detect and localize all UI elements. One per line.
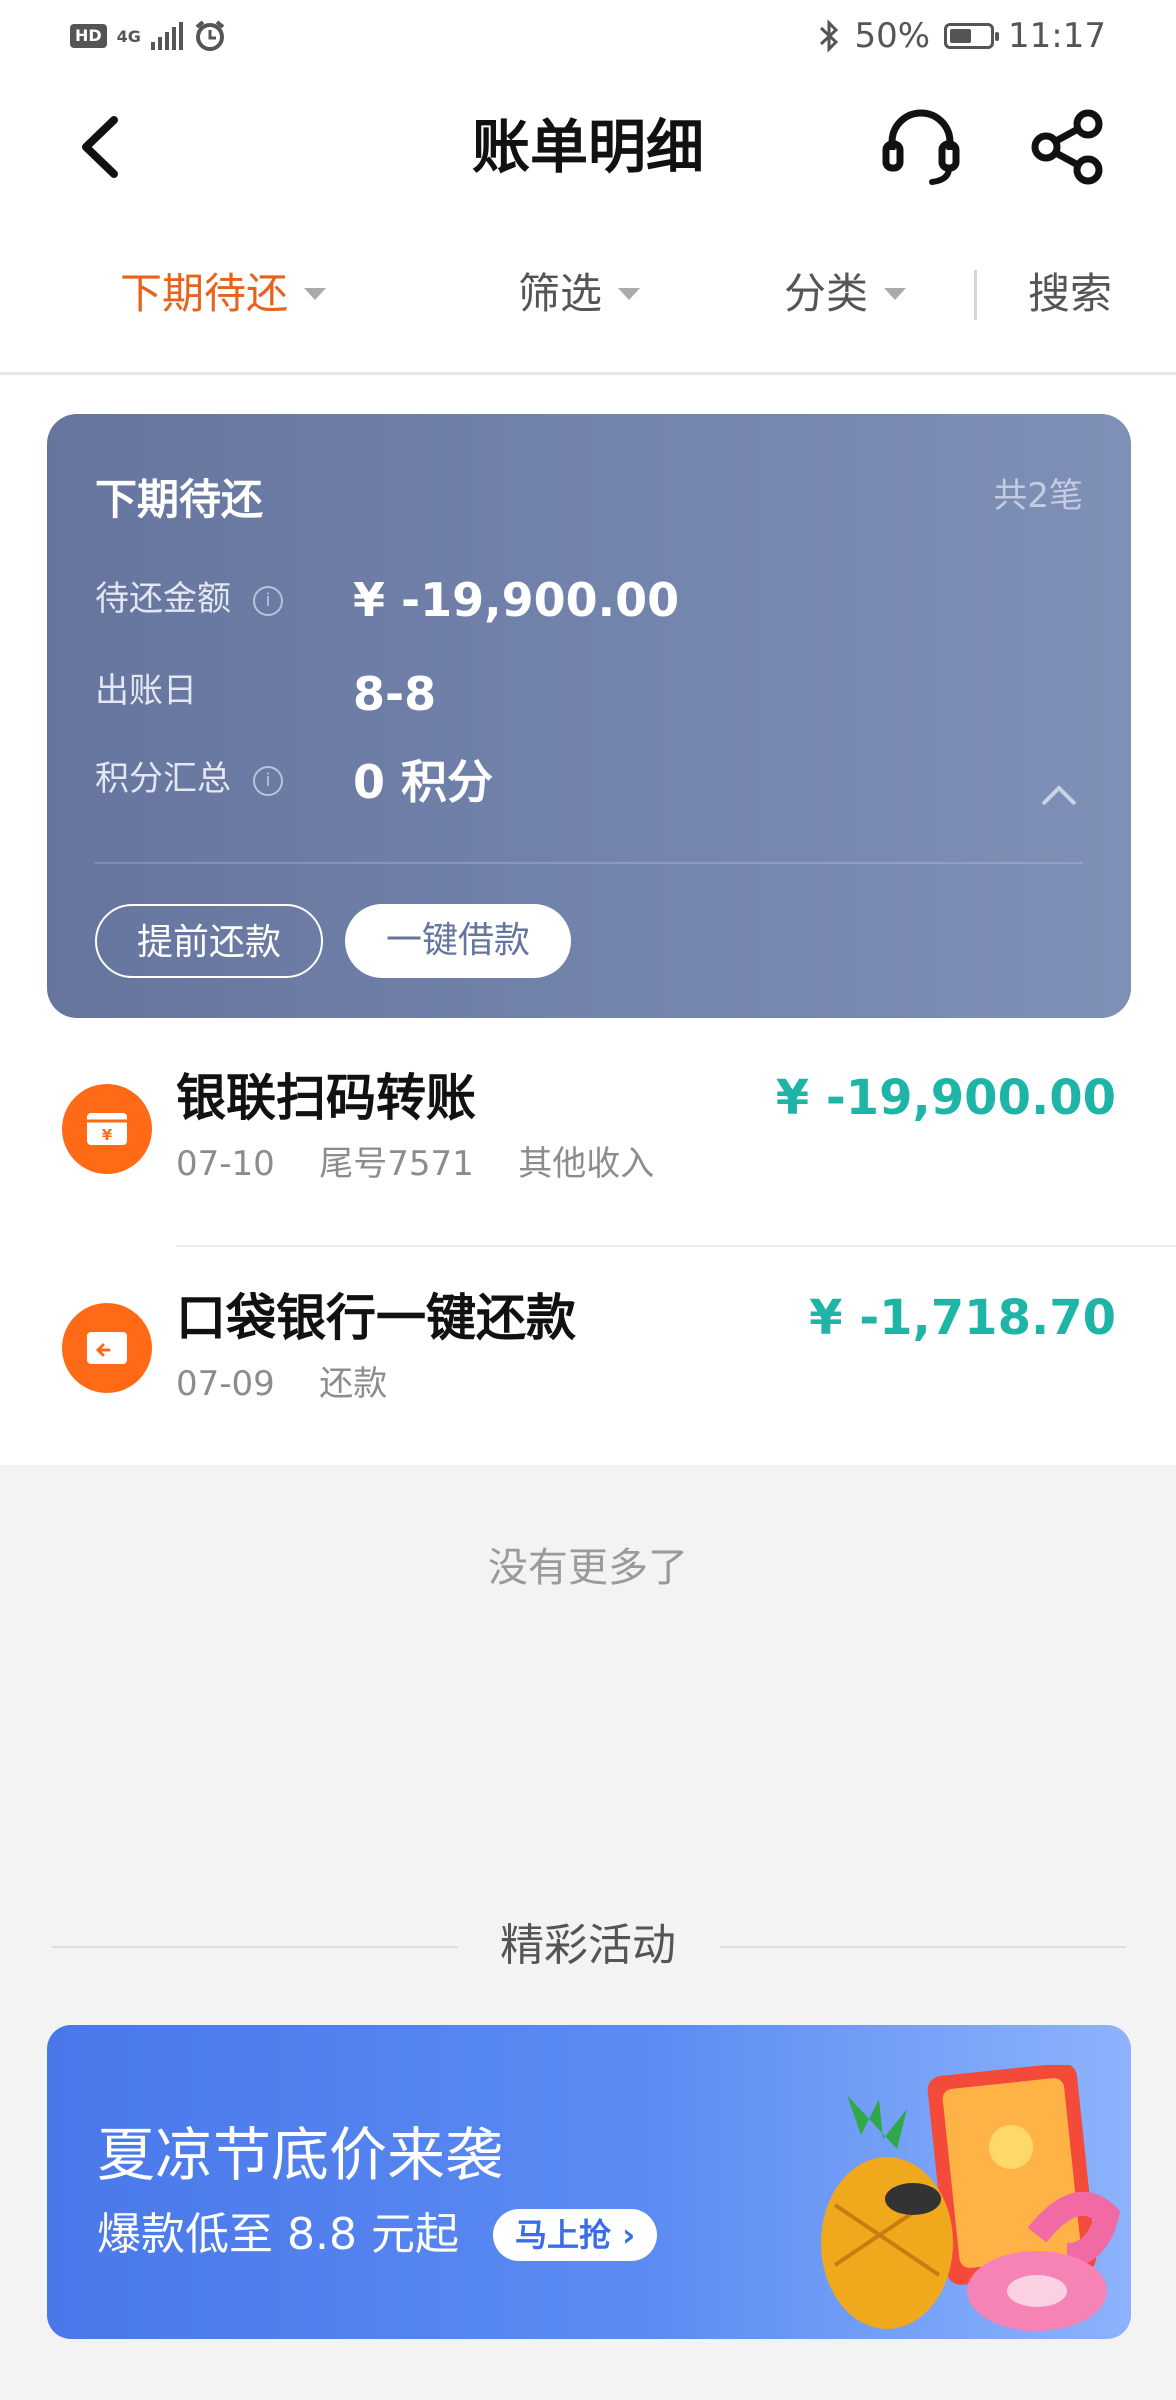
app-header: 账单明细 <box>0 72 1176 222</box>
chevron-up-icon[interactable] <box>1039 780 1079 808</box>
info-icon[interactable]: i <box>253 765 283 796</box>
transaction-card: 尾号7571 <box>319 1144 474 1184</box>
transaction-meta: 07-10 尾号7571 其他收入 <box>176 1140 654 1188</box>
chevron-down-icon <box>304 288 327 300</box>
grab-now-button[interactable]: 马上抢 › <box>493 2209 658 2261</box>
battery-icon <box>944 23 1000 49</box>
page-title: 账单明细 <box>471 113 704 181</box>
tab-next-due[interactable]: 下期待还 <box>120 264 327 324</box>
hd-badge: HD <box>70 24 107 48</box>
bluetooth-icon <box>820 19 839 53</box>
tab-next-due-label: 下期待还 <box>120 269 289 318</box>
points-label-row: 积分汇总 i <box>95 754 283 804</box>
prepay-button[interactable]: 提前还款 <box>95 904 323 978</box>
network-label: 4G <box>116 26 141 46</box>
amount-label: 待还金额 <box>95 579 231 619</box>
status-left: HD 4G <box>70 16 227 56</box>
clock: 11:17 <box>1008 16 1106 56</box>
transaction-category: 还款 <box>319 1364 388 1404</box>
transaction-date: 07-10 <box>176 1144 275 1184</box>
card-title: 下期待还 <box>95 475 264 524</box>
promo-illustration <box>821 2065 1121 2331</box>
bill-day: 8-8 <box>353 667 437 721</box>
tab-filter[interactable]: 筛选 <box>518 264 641 324</box>
points-label: 积分汇总 <box>95 759 231 799</box>
transaction-category: 其他收入 <box>518 1144 655 1184</box>
no-more-label: 没有更多了 <box>488 1545 688 1591</box>
battery-percent: 50% <box>854 16 931 56</box>
customer-service-icon[interactable] <box>878 104 964 190</box>
section-line-right <box>720 1946 1126 1948</box>
info-icon[interactable]: i <box>253 585 283 616</box>
repayment-icon <box>62 1303 152 1393</box>
chevron-down-icon <box>618 288 641 300</box>
signal-icon <box>150 22 183 50</box>
due-amount: ¥ -19,900.00 <box>353 573 680 627</box>
quick-borrow-button[interactable]: 一键借款 <box>345 904 571 978</box>
transaction-name[interactable]: 银联扫码转账 <box>176 1066 476 1130</box>
transaction-meta: 07-09 还款 <box>176 1360 387 1408</box>
tab-category[interactable]: 分类 <box>784 264 907 324</box>
transaction-date: 07-09 <box>176 1364 275 1404</box>
tab-category-label: 分类 <box>784 269 869 318</box>
due-summary-card: 下期待还 共2笔 待还金额 i ¥ -19,900.00 出账日 8-8 积分汇总… <box>47 414 1131 1018</box>
bill-day-label: 出账日 <box>95 671 197 711</box>
status-right: 50% 11:17 <box>818 14 1106 58</box>
transfer-icon: ¥ <box>62 1084 152 1174</box>
svg-text:¥: ¥ <box>102 1126 113 1144</box>
card-divider <box>95 862 1083 864</box>
filter-bar: 下期待还 筛选 分类 搜索 <box>0 222 1176 375</box>
filter-divider <box>974 270 977 320</box>
transaction-name[interactable]: 口袋银行一键还款 <box>176 1286 576 1350</box>
alarm-icon <box>195 20 225 51</box>
share-icon[interactable] <box>1026 104 1112 190</box>
promo-banner[interactable]: 夏凉节底价来袭 爆款低至 8.8 元起 马上抢 › <box>47 2025 1131 2339</box>
card-count: 共2笔 <box>993 476 1083 516</box>
status-bar: HD 4G 50% 11:17 <box>0 0 1176 72</box>
transaction-amount: ¥ -19,900.00 <box>775 1070 1116 1126</box>
amount-label-row: 待还金额 i <box>95 574 283 624</box>
grab-now-label: 马上抢 <box>515 2216 612 2254</box>
banner-title: 夏凉节底价来袭 <box>97 2121 504 2189</box>
search-button[interactable]: 搜索 <box>1028 264 1112 324</box>
row-divider <box>176 1245 1176 1247</box>
chevron-down-icon <box>884 288 907 300</box>
transaction-amount: ¥ -1,718.70 <box>809 1290 1116 1346</box>
points-total: 0 积分 <box>353 755 494 809</box>
tab-filter-label: 筛选 <box>518 269 603 318</box>
banner-subtitle: 爆款低至 8.8 元起 <box>97 2209 459 2260</box>
